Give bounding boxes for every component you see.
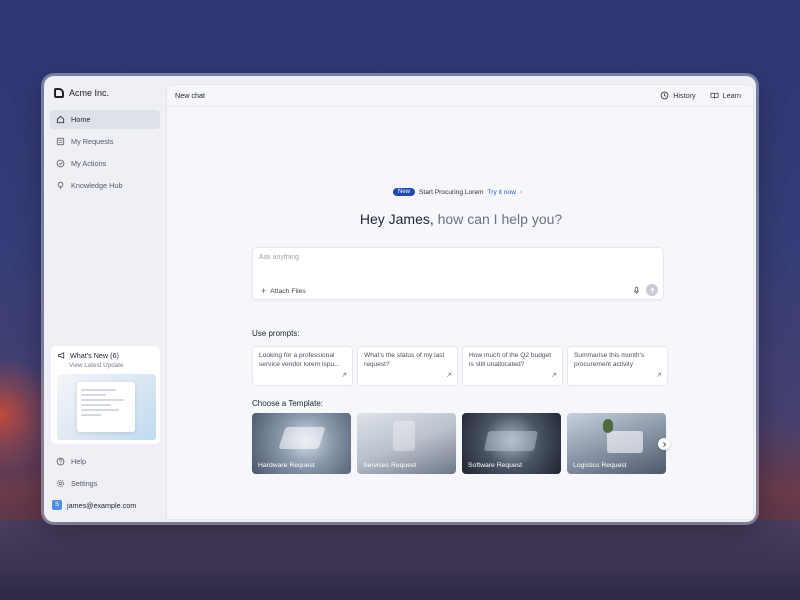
- sidebar-item-settings[interactable]: Settings: [50, 474, 160, 493]
- sidebar-item-home[interactable]: Home: [50, 110, 160, 129]
- template-card-services[interactable]: Services Request: [357, 413, 456, 474]
- sidebar-bottom-nav: Help Settings: [50, 452, 160, 496]
- main-panel: New chat History Learn New Start Procuri…: [166, 84, 754, 520]
- template-label: Services Request: [363, 462, 417, 469]
- help-icon: [56, 457, 65, 466]
- sidebar-item-label: My Actions: [71, 159, 107, 168]
- sidebar-nav: Home My Requests My Actions Knowledge Hu…: [50, 110, 160, 195]
- greeting-question: how can I help you?: [437, 211, 563, 227]
- prompt-text: Looking for a professional service vendo…: [259, 352, 340, 368]
- user-email: james@example.com: [67, 500, 137, 510]
- page-title: New chat: [175, 91, 205, 100]
- whats-new-title: What's New (6): [70, 351, 119, 360]
- microphone-icon[interactable]: [632, 286, 641, 295]
- whats-new-card[interactable]: What's New (6) View Latest Update: [51, 346, 160, 444]
- sidebar-item-help[interactable]: Help: [50, 452, 160, 471]
- template-label: Logistics Request: [573, 462, 627, 469]
- topbar: New chat History Learn: [167, 85, 753, 107]
- learn-button[interactable]: Learn: [710, 91, 741, 100]
- requests-icon: [56, 137, 65, 146]
- plus-icon: +: [261, 286, 267, 296]
- sidebar-item-my-actions[interactable]: My Actions: [50, 154, 160, 173]
- greeting-name: Hey James,: [359, 211, 434, 227]
- attach-files-label: Attach Files: [270, 287, 306, 295]
- machine-image: [393, 421, 415, 451]
- prompt-card[interactable]: How much of the Q2 budget is still unall…: [462, 346, 563, 386]
- template-card-software[interactable]: Software Request: [462, 413, 561, 474]
- prompt-text: What's the status of my last request?: [364, 352, 445, 368]
- sidebar-item-label: Help: [71, 457, 87, 466]
- prompt-text: Summarise this month's procurement activ…: [574, 352, 645, 368]
- brand-name: Acme Inc.: [69, 88, 110, 98]
- whats-new-preview-image: [57, 374, 156, 440]
- arrow-up-right-icon: [446, 372, 452, 381]
- prompt-card[interactable]: What's the status of my last request?: [357, 346, 458, 386]
- prompt-text: How much of the Q2 budget is still unall…: [469, 352, 552, 368]
- new-badge: New: [393, 188, 416, 196]
- whats-new-preview-card: [77, 382, 135, 432]
- book-icon: [710, 91, 719, 100]
- attach-files-button[interactable]: + Attach Files: [261, 286, 306, 296]
- chevron-right-icon: ›: [519, 188, 523, 196]
- announcement-text: Start Procuring Lorem: [419, 188, 484, 196]
- glass-block-image: [483, 431, 539, 451]
- user-account[interactable]: S james@example.com: [52, 500, 136, 510]
- tree-image: [603, 419, 613, 433]
- learn-label: Learn: [722, 91, 741, 100]
- lightbulb-icon: [56, 181, 65, 190]
- sidebar-item-label: Settings: [71, 479, 98, 488]
- whats-new-title-row: What's New (6): [57, 351, 154, 360]
- greeting-heading: Hey James, how can I help you?: [167, 211, 755, 227]
- avatar: S: [52, 500, 62, 510]
- truck-image: [607, 431, 643, 453]
- brand-logo-icon: [54, 88, 64, 98]
- choose-template-heading: Choose a Template:: [252, 399, 324, 408]
- sidebar: Acme Inc. Home My Requests My Actions Kn…: [44, 76, 166, 522]
- sidebar-item-knowledge-hub[interactable]: Knowledge Hub: [50, 176, 160, 195]
- clock-icon: [660, 91, 669, 100]
- brand: Acme Inc.: [50, 82, 160, 104]
- history-label: History: [673, 91, 696, 100]
- home-icon: [56, 115, 65, 124]
- sidebar-item-label: Home: [71, 115, 91, 124]
- sidebar-item-label: My Requests: [71, 137, 114, 146]
- chat-input[interactable]: [259, 254, 559, 261]
- template-label: Software Request: [468, 462, 523, 469]
- announcement-pill[interactable]: New Start Procuring Lorem Try it now ›: [393, 188, 522, 196]
- template-card-logistics[interactable]: Logistics Request: [567, 413, 666, 474]
- arrow-up-right-icon: [341, 372, 347, 381]
- arrow-up-icon: [649, 281, 656, 299]
- templates-next-button[interactable]: [658, 438, 670, 450]
- template-list: Hardware Request Services Request Softwa…: [252, 413, 666, 474]
- background-field: [0, 520, 800, 600]
- try-it-now-link[interactable]: Try it now: [488, 189, 516, 196]
- chat-composer: + Attach Files: [252, 247, 664, 300]
- prompt-list: Looking for a professional service vendo…: [252, 346, 668, 386]
- megaphone-icon: [57, 351, 66, 360]
- arrow-up-right-icon: [551, 372, 557, 381]
- chevron-right-icon: [661, 435, 668, 453]
- template-label: Hardware Request: [258, 462, 315, 469]
- prompt-card[interactable]: Summarise this month's procurement activ…: [567, 346, 668, 386]
- check-circle-icon: [56, 159, 65, 168]
- template-card-hardware[interactable]: Hardware Request: [252, 413, 351, 474]
- sidebar-item-label: Knowledge Hub: [71, 181, 123, 190]
- topbar-actions: History Learn: [660, 91, 741, 100]
- sidebar-item-my-requests[interactable]: My Requests: [50, 132, 160, 151]
- laptop-image: [278, 427, 326, 449]
- history-button[interactable]: History: [660, 91, 696, 100]
- gear-icon: [56, 479, 65, 488]
- use-prompts-heading: Use prompts:: [252, 329, 300, 338]
- app-window: Acme Inc. Home My Requests My Actions Kn…: [44, 76, 756, 522]
- send-button[interactable]: [646, 284, 658, 296]
- prompt-card[interactable]: Looking for a professional service vendo…: [252, 346, 353, 386]
- whats-new-link[interactable]: View Latest Update: [69, 362, 154, 369]
- arrow-up-right-icon: [656, 372, 662, 381]
